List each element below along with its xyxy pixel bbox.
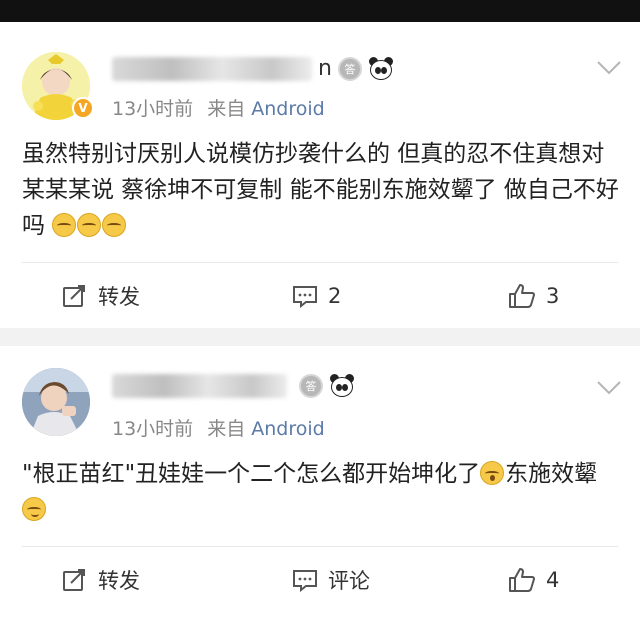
post-text: 虽然特别讨厌别人说模仿抄袭什么的 但真的忍不住真想对某某某说 蔡徐坤不可复制 能…: [22, 136, 622, 244]
repost-button[interactable]: 转发: [62, 281, 140, 311]
post-card[interactable]: V n 答 13小时前 来自 Android 虽然特别讨厌别人说模仿抄袭什么的 …: [0, 22, 640, 328]
thumbs-up-icon: [509, 568, 535, 592]
post-body-part1: "根正苗红"丑娃娃一个二个怎么都开始坤化了: [22, 461, 481, 487]
repost-icon: [63, 569, 85, 591]
post-meta: 13小时前 来自 Android: [112, 414, 325, 441]
comment-button[interactable]: 评论: [292, 565, 370, 595]
comment-icon: [293, 286, 317, 308]
repost-label: 转发: [98, 569, 140, 593]
divider: [22, 546, 618, 547]
like-count: 3: [546, 284, 560, 308]
source-app-link[interactable]: Android: [251, 418, 324, 440]
sweat-emoji-icon: [22, 497, 46, 521]
repost-button[interactable]: 转发: [62, 565, 140, 595]
panda-icon: [329, 374, 355, 398]
like-count: 4: [546, 568, 560, 592]
grimace-emoji-icon: [102, 213, 127, 237]
grimace-emoji-icon: [77, 213, 102, 237]
username[interactable]: 答: [112, 374, 355, 398]
post-time: 13小时前: [112, 418, 194, 440]
panda-icon: [368, 56, 394, 81]
post-meta: 13小时前 来自 Android: [112, 94, 325, 121]
post-body-part2: 东施效颦: [505, 461, 598, 487]
username-visible-part: n: [318, 56, 332, 81]
action-bar: 转发 2 3: [0, 266, 640, 326]
grimace-emoji-icon: [52, 213, 77, 237]
blurred-username: [112, 56, 312, 81]
post-time: 13小时前: [112, 98, 194, 120]
blurred-username: [112, 374, 287, 398]
chevron-down-icon[interactable]: [596, 60, 622, 76]
status-bar: [0, 0, 640, 22]
username[interactable]: n 答: [112, 56, 394, 81]
source-app-link[interactable]: Android: [251, 98, 324, 120]
via-label: 来自: [207, 98, 246, 120]
chevron-down-icon[interactable]: [596, 380, 622, 396]
post-card[interactable]: 答 13小时前 来自 Android "根正苗红"丑娃娃一个二个怎么都开始坤化了…: [0, 346, 640, 637]
like-button[interactable]: 3: [508, 283, 559, 309]
comment-icon: [293, 570, 317, 592]
medal-icon: 答: [299, 374, 323, 398]
medal-icon: 答: [337, 56, 362, 81]
divider: [22, 262, 618, 263]
comment-count: 2: [328, 284, 342, 308]
repost-label: 转发: [98, 285, 140, 309]
comment-label: 评论: [328, 569, 370, 593]
post-text: "根正苗红"丑娃娃一个二个怎么都开始坤化了 东施效颦: [22, 456, 622, 528]
avatar[interactable]: [22, 368, 90, 436]
thumbs-up-icon: [509, 284, 535, 308]
comment-button[interactable]: 2: [292, 284, 341, 308]
via-label: 来自: [207, 418, 246, 440]
like-button[interactable]: 4: [508, 567, 559, 593]
action-bar: 转发 评论 4: [0, 550, 640, 610]
surprised-emoji-icon: [480, 461, 505, 485]
verified-badge: V: [72, 97, 94, 119]
repost-icon: [63, 285, 85, 307]
